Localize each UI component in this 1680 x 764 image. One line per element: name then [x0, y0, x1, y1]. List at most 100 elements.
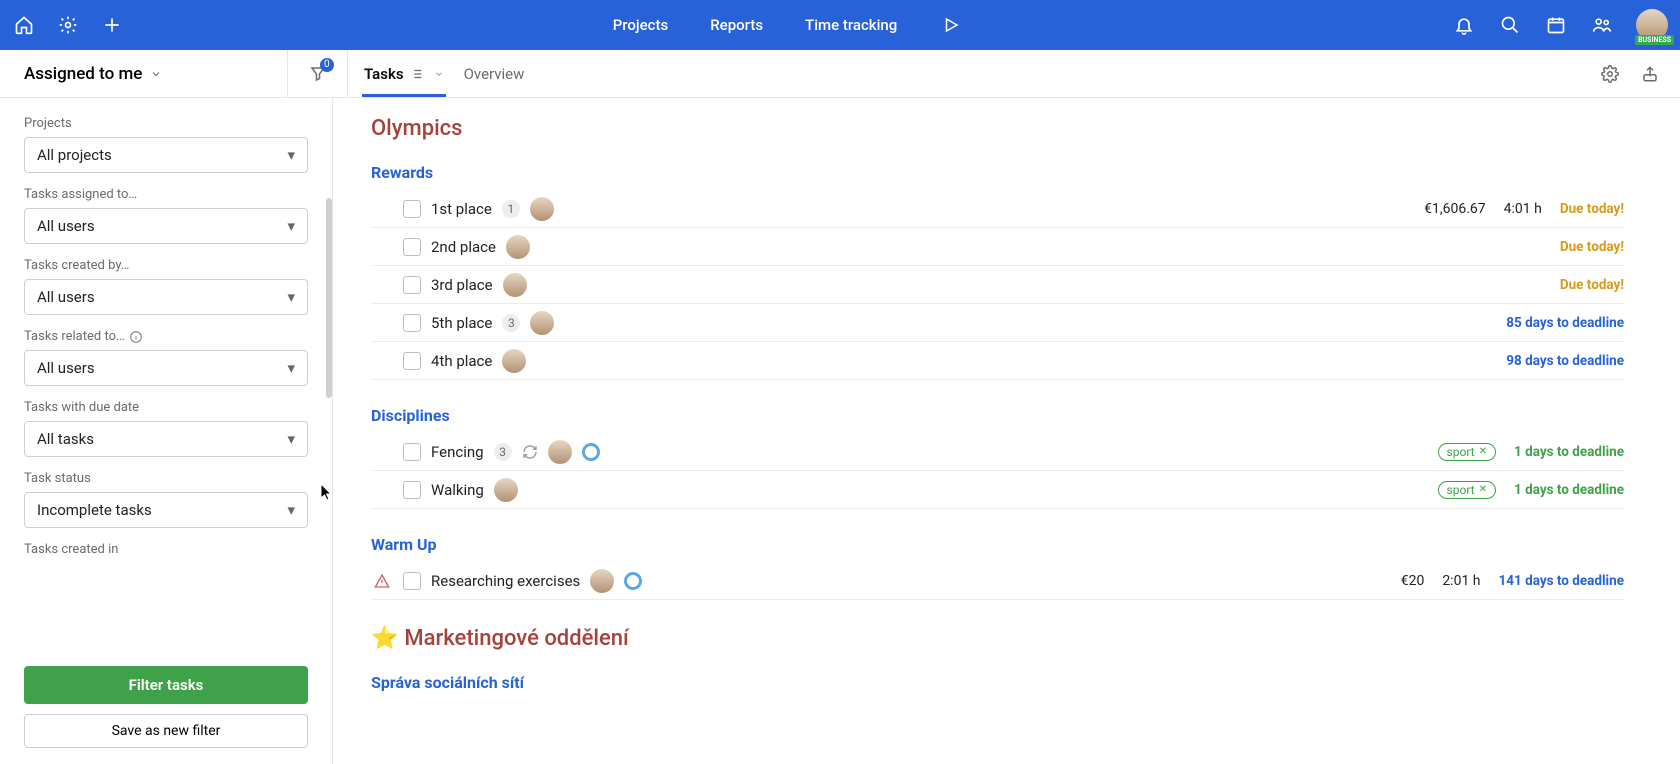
task-hours: 4:01 h [1504, 201, 1542, 217]
filter-funnel[interactable]: 0 [288, 50, 348, 97]
task-due: 1 days to deadline [1514, 482, 1624, 498]
filter-tasks-button[interactable]: Filter tasks [24, 666, 308, 704]
task-row[interactable]: 3rd place Due today! [371, 266, 1624, 304]
task-due: 141 days to deadline [1499, 573, 1625, 589]
nav-reports[interactable]: Reports [710, 16, 763, 34]
task-tag[interactable]: sport✕ [1438, 443, 1496, 461]
gear-icon[interactable] [56, 13, 80, 37]
tag-remove-icon[interactable]: ✕ [1479, 446, 1487, 457]
caret-down-icon: ▾ [287, 359, 295, 377]
recurring-icon [522, 444, 538, 460]
tab-tasks[interactable]: Tasks [362, 50, 446, 97]
filter-assigned-value: All users [37, 217, 95, 235]
filter-status-select[interactable]: Incomplete tasks ▾ [24, 492, 308, 528]
task-amount: €1,606.67 [1424, 201, 1486, 217]
settings-gear-icon[interactable] [1598, 62, 1622, 86]
filter-related-label: Tasks related to… [24, 329, 308, 344]
task-checkbox[interactable] [403, 314, 421, 332]
view-title: Assigned to me [24, 64, 142, 84]
caret-down-icon: ▾ [287, 430, 295, 448]
section-disciplines-heading[interactable]: Disciplines [371, 406, 1624, 425]
task-count-badge: 3 [494, 443, 512, 461]
filter-created-by-value: All users [37, 288, 95, 306]
caret-down-icon: ▾ [287, 288, 295, 306]
task-row[interactable]: Fencing 3 sport✕ 1 days to deadline [371, 433, 1624, 471]
tab-overview[interactable]: Overview [462, 50, 527, 97]
task-name: 3rd place [431, 276, 493, 294]
filter-due-select[interactable]: All tasks ▾ [24, 421, 308, 457]
sub-header: Assigned to me 0 Tasks Overview [0, 50, 1680, 98]
assignee-avatar[interactable] [590, 569, 614, 593]
home-icon[interactable] [12, 13, 36, 37]
assignee-avatar[interactable] [530, 311, 554, 335]
info-icon[interactable] [129, 330, 143, 344]
task-due: 98 days to deadline [1506, 353, 1624, 369]
assignee-avatar[interactable] [530, 197, 554, 221]
filter-assigned-label: Tasks assigned to… [24, 187, 308, 202]
project-marketing-title[interactable]: ⭐ Marketingové oddělení [371, 626, 1624, 651]
task-row[interactable]: 2nd place Due today! [371, 228, 1624, 266]
nav-time-tracking[interactable]: Time tracking [805, 16, 897, 34]
task-name: 4th place [431, 352, 492, 370]
progress-ring-icon [624, 572, 642, 590]
assignee-avatar[interactable] [503, 273, 527, 297]
tag-remove-icon[interactable]: ✕ [1479, 484, 1487, 495]
section-warmup-heading[interactable]: Warm Up [371, 535, 1624, 554]
project-olympics-title[interactable]: Olympics [371, 116, 1624, 141]
filter-related-select[interactable]: All users ▾ [24, 350, 308, 386]
chevron-down-icon[interactable] [434, 69, 444, 79]
filter-due-value: All tasks [37, 430, 94, 448]
filter-projects-label: Projects [24, 116, 308, 131]
save-filter-button[interactable]: Save as new filter [24, 714, 308, 748]
sidebar-scrollbar[interactable] [326, 198, 332, 398]
task-due: 1 days to deadline [1514, 444, 1624, 460]
filter-sidebar: Projects All projects ▾ Tasks assigned t… [0, 98, 333, 764]
task-checkbox[interactable] [403, 572, 421, 590]
section-sprava-heading[interactable]: Správa sociálních sítí [371, 673, 1624, 692]
people-icon[interactable] [1590, 13, 1614, 37]
task-row[interactable]: 4th place 98 days to deadline [371, 342, 1624, 380]
filter-created-by-select[interactable]: All users ▾ [24, 279, 308, 315]
task-checkbox[interactable] [403, 200, 421, 218]
task-name: 1st place [431, 200, 492, 218]
assignee-avatar[interactable] [548, 440, 572, 464]
calendar-icon[interactable] [1544, 13, 1568, 37]
task-row[interactable]: 1st place 1 €1,606.67 4:01 h Due today! [371, 190, 1624, 228]
task-row[interactable]: 5th place 3 85 days to deadline [371, 304, 1624, 342]
filter-assigned-select[interactable]: All users ▾ [24, 208, 308, 244]
task-tag[interactable]: sport✕ [1438, 481, 1496, 499]
section-rewards-heading[interactable]: Rewards [371, 163, 1624, 182]
search-icon[interactable] [1498, 13, 1522, 37]
filter-projects-select[interactable]: All projects ▾ [24, 137, 308, 173]
task-checkbox[interactable] [403, 352, 421, 370]
list-view-icon[interactable] [412, 67, 426, 81]
progress-ring-icon [582, 443, 600, 461]
bell-icon[interactable] [1452, 13, 1476, 37]
filter-count-badge: 0 [320, 58, 334, 72]
share-icon[interactable] [1638, 62, 1662, 86]
task-checkbox[interactable] [403, 276, 421, 294]
tab-overview-label: Overview [464, 65, 525, 83]
task-checkbox[interactable] [403, 238, 421, 256]
assignee-avatar[interactable] [502, 349, 526, 373]
task-row[interactable]: Walking sport✕ 1 days to deadline [371, 471, 1624, 509]
task-checkbox[interactable] [403, 481, 421, 499]
assignee-avatar[interactable] [506, 235, 530, 259]
view-title-dropdown[interactable]: Assigned to me [0, 50, 288, 97]
task-name: 5th place [431, 314, 492, 332]
star-icon: ⭐ [371, 626, 398, 651]
assignee-avatar[interactable] [494, 478, 518, 502]
task-name: Researching exercises [431, 572, 580, 590]
task-name: Fencing [431, 443, 484, 461]
filter-created-in-label: Tasks created in [24, 542, 308, 557]
filter-created-by-label: Tasks created by… [24, 258, 308, 273]
nav-projects[interactable]: Projects [613, 16, 669, 34]
task-checkbox[interactable] [403, 443, 421, 461]
user-avatar[interactable]: BUSINESS [1636, 9, 1668, 41]
plus-icon[interactable] [100, 13, 124, 37]
play-icon[interactable] [939, 13, 963, 37]
main-content: Olympics Rewards 1st place 1 €1,606.67 4… [333, 98, 1680, 764]
caret-down-icon: ▾ [287, 217, 295, 235]
task-row[interactable]: Researching exercises €20 2:01 h 141 day… [371, 562, 1624, 600]
filter-related-value: All users [37, 359, 95, 377]
